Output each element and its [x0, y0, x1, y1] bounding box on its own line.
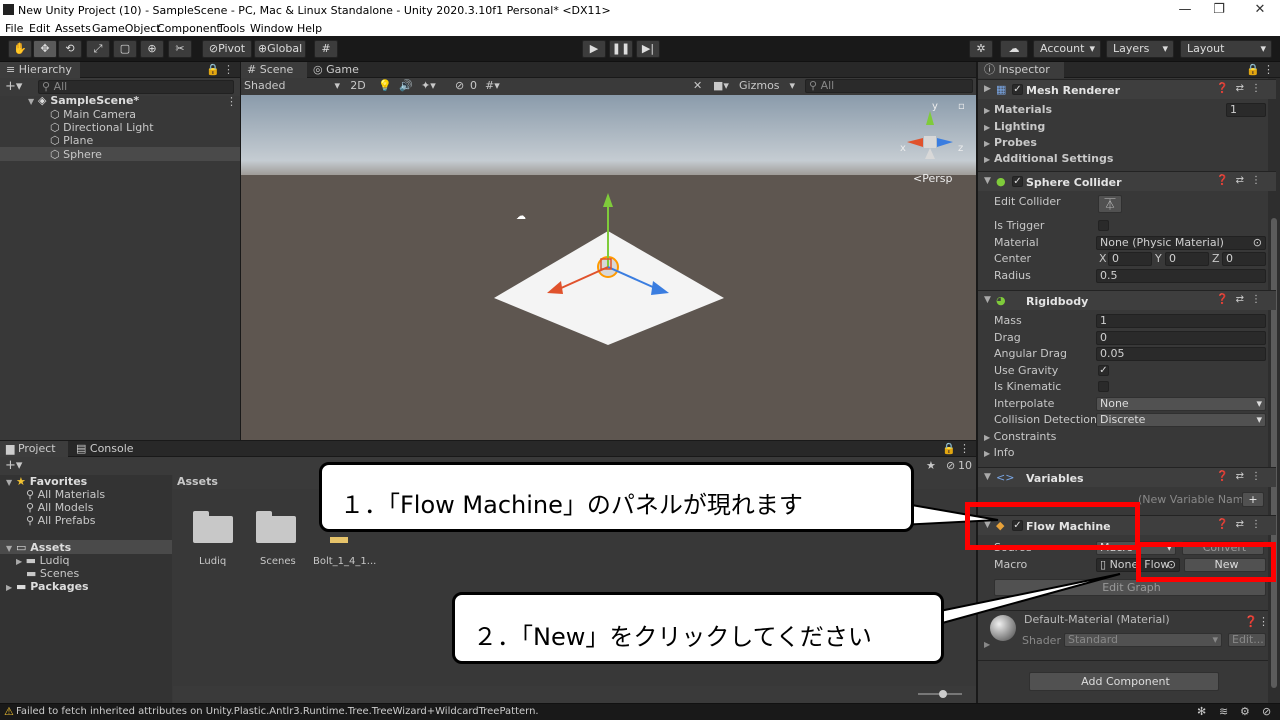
callout-step-1-text: １．「Flow Machine」のパネルが現れます [340, 491, 803, 519]
callout-step-2-text: ２．「New」をクリックしてください [473, 623, 872, 651]
highlight-flow-machine [965, 502, 1140, 550]
callout-2-pointer [934, 573, 1121, 627]
highlight-new-button [1136, 542, 1276, 582]
callout-step-2: ２．「New」をクリックしてください [452, 592, 944, 664]
callout-step-1: １．「Flow Machine」のパネルが現れます [319, 462, 914, 532]
